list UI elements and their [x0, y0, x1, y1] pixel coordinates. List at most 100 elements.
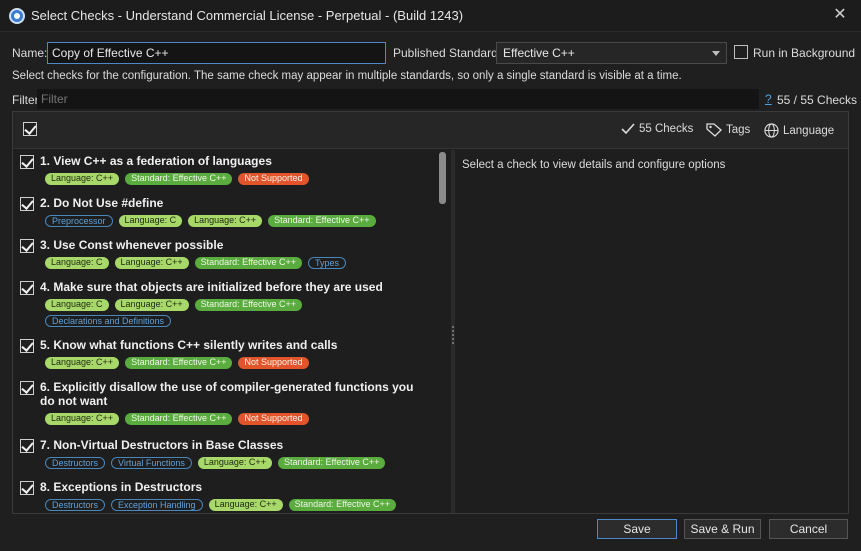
tag-badge: Standard: Effective C++	[125, 413, 233, 425]
tag-badge: Language: C++	[114, 299, 189, 311]
tag-badge: Standard: Effective C++	[288, 499, 397, 511]
tag-badge: Standard: Effective C++	[277, 457, 386, 469]
check-title: 3. Use Const whenever possible	[40, 238, 224, 252]
select-all-checkbox[interactable]	[23, 122, 37, 136]
filter-input[interactable]	[37, 89, 759, 109]
help-link[interactable]: ?	[765, 92, 772, 106]
list-item[interactable]: 6. Explicitly disallow the use of compil…	[13, 378, 439, 434]
check-checkbox[interactable]	[20, 439, 34, 453]
tag-list: Language: C++ Standard: Effective C++ No…	[45, 413, 435, 425]
run-in-background-label: Run in Background	[753, 46, 856, 60]
published-standard-select[interactable]: Effective C++	[496, 42, 727, 64]
tag-badge: Language: C++	[45, 173, 120, 185]
check-count: 55 / 55 Checks	[777, 93, 858, 107]
check-title: 6. Explicitly disallow the use of compil…	[40, 380, 414, 408]
tag-list: Destructors Virtual Functions Language: …	[45, 457, 435, 469]
tag-badge: Destructors	[45, 499, 106, 511]
name-input[interactable]	[47, 42, 386, 64]
checks-filter-label: 55 Checks	[639, 123, 694, 135]
checks-list[interactable]: 1. View C++ as a federation of languages…	[13, 150, 450, 513]
tag-badge: Standard: Effective C++	[194, 257, 303, 269]
tag-badge: Standard: Effective C++	[194, 299, 303, 311]
list-item[interactable]: 8. Exceptions in Destructors Destructors…	[13, 478, 439, 513]
tag-badge: Virtual Functions	[111, 457, 192, 469]
tags-filter-label: Tags	[726, 124, 751, 136]
tag-icon	[706, 123, 722, 137]
list-item[interactable]: 7. Non-Virtual Destructors in Base Class…	[13, 436, 439, 476]
tag-badge: Exception Handling	[111, 499, 203, 511]
tag-list: Language: C++ Standard: Effective C++ No…	[45, 173, 435, 185]
tag-badge: Language: C++	[45, 413, 120, 425]
splitter-grip-icon	[452, 326, 454, 344]
tag-badge: Language: C	[118, 215, 183, 227]
chevron-down-icon	[712, 51, 720, 56]
tag-badge: Preprocessor	[45, 215, 113, 227]
list-item[interactable]: 3. Use Const whenever possible Language:…	[13, 236, 439, 276]
instructions-text: Select checks for the configuration. The…	[12, 70, 682, 82]
filter-row: Filter: ? 55 / 55 Checks	[0, 89, 861, 109]
tag-list: Language: C Language: C++ Standard: Effe…	[45, 257, 435, 269]
tag-badge: Language: C++	[188, 215, 263, 227]
globe-icon	[764, 123, 779, 138]
tag-badge: Declarations and Definitions	[45, 315, 172, 327]
title-bar: Select Checks - Understand Commercial Li…	[0, 0, 861, 32]
tag-badge: Standard: Effective C++	[125, 357, 233, 369]
tag-badge: Language: C++	[208, 499, 283, 511]
save-and-run-button[interactable]: Save & Run	[684, 519, 761, 539]
check-title: 8. Exceptions in Destructors	[40, 480, 203, 494]
tag-badge: Not Supported	[238, 357, 309, 369]
tag-list: Destructors Exception Handling Language:…	[45, 499, 435, 511]
list-item[interactable]: 4. Make sure that objects are initialize…	[13, 278, 439, 334]
check-title: 1. View C++ as a federation of languages	[40, 154, 272, 168]
check-checkbox[interactable]	[20, 481, 34, 495]
published-standard-label: Published Standard:	[393, 46, 502, 60]
name-label: Name:	[12, 46, 48, 60]
checks-panel: 55 Checks Tags Language 1. View C++ as a…	[12, 111, 849, 514]
tags-filter-button[interactable]: Tags	[706, 123, 750, 137]
tag-badge: Standard: Effective C++	[268, 215, 376, 227]
tag-list: Language: C++ Standard: Effective C++ No…	[45, 357, 435, 369]
language-filter-label: Language	[783, 124, 835, 137]
tag-badge: Language: C++	[197, 457, 272, 469]
check-checkbox[interactable]	[20, 197, 34, 211]
scrollbar-thumb[interactable]	[439, 152, 446, 204]
check-checkbox[interactable]	[20, 155, 34, 169]
check-checkbox[interactable]	[20, 381, 34, 395]
check-checkbox[interactable]	[20, 239, 34, 253]
check-title: 4. Make sure that objects are initialize…	[40, 280, 383, 294]
check-title: 7. Non-Virtual Destructors in Base Class…	[40, 438, 284, 452]
tag-badge: Not Supported	[238, 413, 309, 425]
check-checkbox[interactable]	[20, 281, 34, 295]
list-item[interactable]: 2. Do Not Use #define Preprocessor Langu…	[13, 194, 439, 234]
tag-badge: Language: C++	[114, 257, 189, 269]
tag-badge: Language: C	[45, 299, 109, 311]
check-checkbox[interactable]	[20, 339, 34, 353]
check-title: 5. Know what functions C++ silently writ…	[40, 338, 338, 352]
published-standard-value: Effective C++	[503, 46, 575, 60]
details-placeholder: Select a check to view details and confi…	[462, 159, 726, 171]
checkmark-icon	[621, 123, 635, 135]
language-filter-button[interactable]: Language	[764, 123, 834, 138]
app-icon	[9, 7, 25, 24]
tag-badge: Not Supported	[238, 173, 309, 185]
checks-filter-button[interactable]: 55 Checks	[621, 123, 693, 135]
checks-toolbar: 55 Checks Tags Language	[13, 112, 848, 149]
save-button[interactable]: Save	[597, 519, 677, 539]
tag-list: Preprocessor Language: C Language: C++ S…	[45, 215, 435, 227]
name-row: Name: Published Standard: Effective C++ …	[0, 42, 861, 64]
run-in-background-checkbox[interactable]	[734, 45, 748, 59]
tag-list: Language: C Language: C++ Standard: Effe…	[45, 299, 345, 327]
list-item[interactable]: 5. Know what functions C++ silently writ…	[13, 336, 439, 376]
tag-badge: Standard: Effective C++	[125, 173, 233, 185]
close-icon[interactable]: ✕	[831, 6, 849, 24]
details-pane: Select a check to view details and confi…	[455, 150, 848, 513]
tag-badge: Language: C++	[45, 357, 120, 369]
tag-badge: Destructors	[45, 457, 106, 469]
window-title: Select Checks - Understand Commercial Li…	[31, 8, 464, 23]
tag-badge: Language: C	[45, 257, 109, 269]
tag-badge: Types	[308, 257, 347, 269]
cancel-button[interactable]: Cancel	[769, 519, 848, 539]
list-item[interactable]: 1. View C++ as a federation of languages…	[13, 152, 439, 192]
check-title: 2. Do Not Use #define	[40, 196, 164, 210]
list-scrollbar[interactable]	[439, 152, 446, 512]
